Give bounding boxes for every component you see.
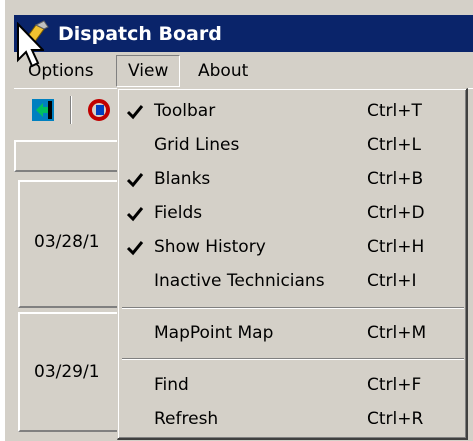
menu-item-label: Grid Lines	[154, 135, 240, 155]
check-icon	[126, 105, 144, 120]
menu-item-shortcut: Ctrl+R	[367, 409, 424, 429]
menu-item-shortcut: Ctrl+M	[367, 323, 427, 343]
menu-view[interactable]: View	[116, 55, 181, 87]
menu-item-label: Show History	[154, 237, 266, 257]
menu-item-label: Fields	[154, 203, 203, 223]
menu-item-shortcut: Ctrl+D	[367, 203, 425, 223]
import-icon[interactable]	[30, 97, 56, 123]
menu-item-shortcut: Ctrl+T	[367, 101, 422, 121]
menu-item-shortcut: Ctrl+B	[367, 169, 424, 189]
menu-separator	[122, 307, 464, 309]
menu-separator	[122, 358, 464, 360]
toolbar-separator	[70, 96, 72, 124]
check-icon	[126, 207, 144, 222]
check-icon	[126, 241, 144, 256]
menu-item-shortcut: Ctrl+F	[367, 375, 422, 395]
menu-item-shortcut: Ctrl+I	[367, 271, 417, 291]
menu-item-label: Inactive Technicians	[154, 271, 325, 291]
menu-item-label: MapPoint Map	[154, 323, 274, 343]
menu-item-shortcut: Ctrl+H	[367, 237, 425, 257]
grid-date-label: 03/28/1	[34, 232, 100, 252]
menu-item-label: Refresh	[154, 409, 219, 429]
grid-header-cell	[14, 140, 122, 172]
menu-about[interactable]: About	[186, 57, 260, 85]
grid-date-label: 03/29/1	[34, 362, 100, 382]
refresh-icon[interactable]	[86, 97, 112, 123]
window-title: Dispatch Board	[58, 23, 222, 45]
menu-item-shortcut: Ctrl+L	[367, 135, 421, 155]
check-icon	[126, 173, 144, 188]
menu-item-label: Blanks	[154, 169, 211, 189]
mouse-cursor-icon	[17, 22, 44, 68]
menu-item-label: Toolbar	[154, 101, 216, 121]
menu-item-label: Find	[154, 375, 189, 395]
